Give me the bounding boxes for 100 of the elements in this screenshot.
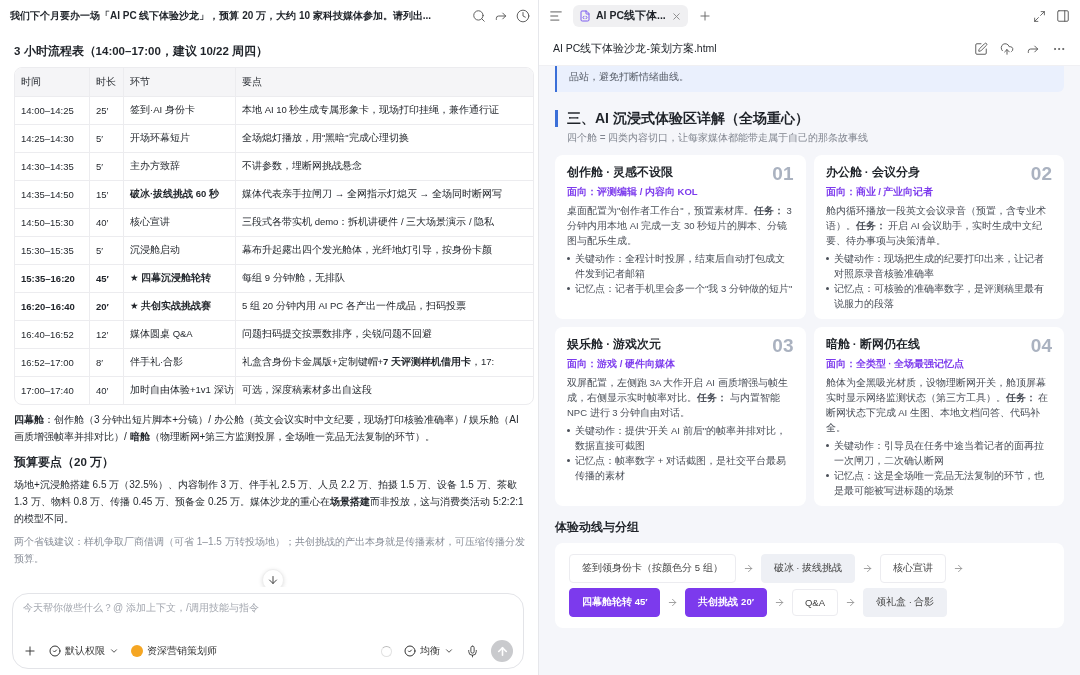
section-heading: 预算要点（20 万） (14, 455, 115, 470)
table-cell: 16:20–16:40 (15, 292, 89, 320)
table-cell: 主办方致辞 (123, 152, 235, 180)
file-name: AI PC线下体验沙龙-策划方案.html (553, 41, 718, 56)
table-cell: 本地 AI 10 秒生成专属形象卡，现场打印挂绳，兼作通行证 (235, 96, 533, 124)
table-cell: 媒体圆桌 Q&A (123, 320, 235, 348)
card-text: 舱内循环播放一段英文会议录音（预置，含专业术语）。任务： 开启 AI 会议助手，实时生成中文纪要、待办事项与决策清单。 (825, 204, 1047, 248)
card-title: 创作舱 · 灵感不设限 (567, 165, 674, 180)
column-header: 环节 (123, 68, 235, 96)
flow-title: 体验动线与分组 (555, 520, 640, 535)
agent-button[interactable]: 资深营销策划师 (131, 644, 217, 658)
table-cell: 开场环幕短片 (123, 124, 235, 152)
cabins-paragraph: 四幕舱：创作舱（3 分钟出短片脚本+分镜）/ 办公舱（英文会议实时中文纪要，现场打印核验准确率）/ 娱乐舱（AI 画质增强帧率并排对比）/ 暗舱（物理断网+第三方监测投屏，全场唯一竞品无法复制的环节）。 (14, 413, 520, 444)
card-audience: 面向：游戏 / 硬件向媒体 (567, 358, 676, 371)
callout: 品站，避免打断情绪曲线。 (555, 66, 1064, 92)
table-cell: 45′ (89, 264, 123, 292)
table-cell: 5′ (89, 236, 123, 264)
table-cell: 14:25–14:30 (15, 124, 89, 152)
table-cell: 全场熄灯播放，用"黑暗"完成心理切换 (235, 124, 533, 152)
bullet-icon (567, 257, 570, 260)
bullet-text: 记忆点：帧率数字 + 对话截图，是社交平台最易传播的素材 (575, 454, 787, 483)
bullet-icon (825, 257, 829, 260)
table-cell: ★ 共创实战挑战赛 (123, 292, 235, 320)
bullet-icon (825, 287, 829, 290)
search-icon[interactable] (472, 9, 486, 23)
table-cell: 三段式各带实机 demo：拆机讲硬件 / 三大场景演示 / 隐私 (235, 208, 533, 236)
column-header: 要点 (235, 68, 533, 96)
microphone-icon[interactable] (466, 644, 479, 658)
table-cell: 5 组 20 分钟内用 AI PC 各产出一件成品，扫码投票 (235, 292, 533, 320)
clock-icon[interactable] (516, 9, 530, 23)
table-cell: 15:35–16:20 (15, 264, 89, 292)
card-text: 舱体为全黑吸光材质，设物理断网开关，舱顶屏幕实时显示网络监测状态（第三方工具）。任务： 在断网状态下完成 AI 生图、本地文档问答、代码补全。 (825, 376, 1050, 435)
table-cell: 15:30–15:35 (15, 236, 89, 264)
table-cell: 14:30–14:35 (15, 152, 89, 180)
table-cell: 16:52–17:00 (15, 348, 89, 376)
table-cell: 17:00–17:40 (15, 376, 89, 404)
share-icon[interactable] (494, 9, 508, 23)
table-cell: 幕布升起露出四个发光舱体，光纤地灯引导，按身份卡颜 (235, 236, 533, 264)
file-icon (579, 10, 591, 22)
bullet-text: 关键动作：现场把生成的纪要打印出来，让记者对照原录音核验准确率 (833, 252, 1045, 281)
menu-icon[interactable] (549, 9, 563, 23)
card-audience: 面向：全类型 · 全场最强记忆点 (825, 358, 965, 371)
card-title: 办公舱 · 会议分身 (825, 165, 920, 180)
table-cell: 14:50–15:30 (15, 208, 89, 236)
edit-icon[interactable] (974, 41, 988, 56)
table-cell: 40′ (89, 376, 123, 404)
card-audience: 面向：商业 / 产业向记者 (825, 186, 935, 199)
table-cell: 15′ (89, 180, 123, 208)
card-number: 03 (772, 337, 794, 355)
section-subtitle: 四个舱 = 四类内容切口，让每家媒体都能带走属于自己的那条故事线 (567, 131, 870, 145)
table-cell: 16:40–16:52 (15, 320, 89, 348)
sidebar-icon[interactable] (1056, 9, 1070, 23)
close-icon[interactable] (670, 10, 682, 22)
card-number: 01 (772, 165, 794, 183)
budget-paragraph: 场地+沉浸舱搭建 6.5 万（32.5%）、内容制作 3 万、伴手礼 2.5 万、人员 2.2 万、拍摄 1.5 万、设备 1.5 万、茶歇 1.3 万、物料 0.8 万、传播 0.45 万、预备金 0.25 万。媒体沙龙的重心在场景搭建而非投放，这与消费类活动 5:2:2:1 的模型不同。 (14, 478, 525, 526)
expand-icon[interactable] (1033, 9, 1046, 23)
table-cell: 20′ (89, 292, 123, 320)
check-circle-icon (49, 645, 61, 657)
card-number: 04 (1030, 337, 1052, 355)
table-cell: 礼盒含身份卡金属版+定制键帽+7 天评测样机借用卡，17: (235, 348, 533, 376)
table-cell: 沉浸舱启动 (123, 236, 235, 264)
bullet-text: 记忆点：记者手机里会多一个"我 3 分钟做的短片" (575, 282, 793, 296)
bullet-icon (825, 474, 829, 477)
section-title: 三、AI 沉浸式体验区详解（全场重心） (555, 110, 1064, 127)
bullet-text: 记忆点：可核验的准确率数字，是评测稿里最有说服力的段落 (833, 282, 1045, 311)
new-tab-icon[interactable] (697, 9, 712, 23)
table-cell: 8′ (89, 348, 123, 376)
chat-title: 我们下个月要办一场「AI PC 线下体验沙龙」，预算 20 万，大约 10 家科技媒体参加。请列出... (10, 9, 433, 23)
file-tab[interactable]: AI PC线下体... (573, 5, 688, 27)
table-cell: 问题扫码提交按票数排序，尖锐问题不回避 (235, 320, 533, 348)
bullet-icon (567, 459, 570, 462)
chevron-down-icon (444, 646, 454, 656)
bullet-icon (567, 429, 570, 432)
table-cell: 14:00–14:25 (15, 96, 89, 124)
flow-step: 四幕舱轮转 45′ (569, 588, 661, 617)
upload-icon[interactable] (1000, 41, 1014, 56)
flow-step: 核心宣讲 (880, 554, 946, 583)
permission-dropdown[interactable]: 默认权限 (49, 644, 119, 658)
bullet-text: 关键动作：引导员在任务中途当着记者的面再拉一次闸刀，二次确认断网 (833, 439, 1045, 468)
chat-input[interactable]: 今天帮你做些什么？@ 添加上下文，/调用技能与指令 默认权限 资深营销策划师 均衡 (12, 593, 524, 669)
bullet-text: 关键动作：提供"开关 AI 前后"的帧率并排对比，数据直接可截图 (575, 424, 787, 453)
bullet-text: 记忆点：这是全场唯一竞品无法复制的环节，也是最可能被写进标题的场景 (833, 469, 1045, 498)
check-circle-icon (404, 645, 416, 657)
table-cell: 25′ (89, 96, 123, 124)
table-cell: 40′ (89, 208, 123, 236)
arrow-icon (845, 597, 857, 608)
section-heading: 3 小时流程表（14:00–17:00，建议 10/22 周四） (14, 44, 269, 59)
arrow-icon (862, 563, 873, 574)
add-icon[interactable] (23, 644, 37, 658)
card-audience: 面向：评测编辑 / 内容向 KOL (567, 186, 699, 199)
arrow-down-icon (267, 574, 279, 586)
table-cell: 不讲参数，埋断网挑战悬念 (235, 152, 533, 180)
table-cell: 签到·AI 身份卡 (123, 96, 235, 124)
table-cell: 12′ (89, 320, 123, 348)
card-text: 桌面配置为"创作者工作台"，预置素材库。任务： 3 分钟内用本地 AI 完成一支 30 秒短片的脚本、分镜图与配乐生成。 (567, 204, 793, 248)
flow-step: 破冰 · 拔线挑战 (760, 554, 855, 583)
mode-dropdown[interactable]: 均衡 (404, 644, 454, 658)
flow-step: 领礼盒 · 合影 (863, 588, 948, 617)
bullet-icon (825, 444, 829, 447)
scroll-down-button[interactable] (262, 569, 284, 587)
